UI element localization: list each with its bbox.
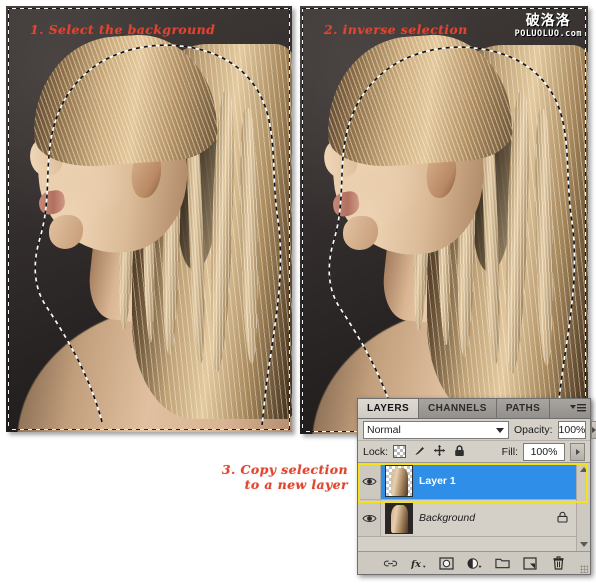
visibility-toggle-background[interactable] bbox=[358, 500, 381, 536]
fill-label: Fill: bbox=[501, 445, 518, 458]
tab-bar-filler bbox=[550, 399, 566, 418]
blend-mode-value: Normal bbox=[367, 423, 401, 436]
new-group-icon[interactable] bbox=[494, 556, 510, 571]
layers-panel-toolbar[interactable]: fx bbox=[358, 551, 590, 574]
layer-row-background[interactable]: Background bbox=[358, 500, 576, 537]
fill-slider-button[interactable] bbox=[570, 442, 585, 461]
layer-thumbnail-layer-1[interactable] bbox=[385, 465, 413, 497]
blend-mode-row[interactable]: Normal Opacity: 100% bbox=[358, 419, 596, 441]
canvas-step-1[interactable]: 1. Select the background bbox=[6, 6, 292, 432]
svg-text:fx: fx bbox=[411, 559, 421, 570]
layers-panel[interactable]: LAYERS CHANNELS PATHS Normal Opacity: 10… bbox=[357, 398, 596, 575]
opacity-slider-button[interactable] bbox=[591, 420, 596, 439]
background-lock-icon bbox=[557, 511, 568, 526]
opacity-label: Opacity: bbox=[514, 423, 553, 436]
layer-list-scrollbar[interactable] bbox=[576, 463, 590, 551]
lock-row[interactable]: Lock: Fill: 100% bbox=[358, 441, 590, 463]
chevron-down-icon bbox=[496, 427, 504, 433]
layer-row-layer-1[interactable]: Layer 1 bbox=[358, 463, 576, 500]
add-layer-mask-icon[interactable] bbox=[438, 556, 454, 571]
canvas-step-2-image: 2. inverse selection 破洛洛 POLUOLUO.com bbox=[300, 6, 588, 434]
scroll-up-arrow[interactable] bbox=[577, 463, 590, 476]
tab-channels[interactable]: CHANNELS bbox=[419, 399, 497, 418]
tab-paths[interactable]: PATHS bbox=[496, 399, 551, 418]
portrait-subject-2 bbox=[300, 6, 588, 434]
visibility-toggle-layer-1[interactable] bbox=[358, 463, 381, 499]
eye-icon bbox=[361, 477, 377, 485]
tab-layers[interactable]: LAYERS bbox=[358, 399, 420, 418]
lock-buttons[interactable] bbox=[393, 444, 466, 460]
canvas-step-1-image: 1. Select the background bbox=[6, 6, 292, 432]
watermark: 破洛洛 POLUOLUO.com bbox=[515, 14, 582, 39]
eye-icon bbox=[361, 514, 377, 522]
new-adjustment-layer-icon[interactable] bbox=[466, 556, 482, 571]
lock-transparency-icon[interactable] bbox=[393, 445, 407, 458]
lock-all-icon[interactable] bbox=[453, 444, 466, 460]
fill-input[interactable]: 100% bbox=[523, 442, 565, 461]
layer-style-fx-icon[interactable]: fx bbox=[411, 556, 426, 571]
layer-thumbnail-background[interactable] bbox=[385, 502, 413, 534]
layer-list[interactable]: Layer 1 Background bbox=[358, 463, 590, 551]
layer-rows[interactable]: Layer 1 Background bbox=[358, 463, 576, 551]
opacity-input[interactable]: 100% bbox=[557, 420, 587, 439]
annotation-step-2: 2. inverse selection bbox=[324, 22, 468, 37]
lock-position-icon[interactable] bbox=[433, 444, 446, 460]
new-layer-icon[interactable] bbox=[523, 556, 538, 571]
lock-label: Lock: bbox=[363, 445, 389, 458]
canvas-step-2[interactable]: 2. inverse selection 破洛洛 POLUOLUO.com bbox=[300, 6, 588, 434]
lock-pixels-icon[interactable] bbox=[413, 444, 426, 460]
annotation-step-1: 1. Select the background bbox=[30, 22, 216, 37]
watermark-latin: POLUOLUO.com bbox=[514, 29, 582, 39]
watermark-chinese: 破洛洛 bbox=[525, 13, 571, 29]
delete-layer-icon[interactable] bbox=[551, 556, 566, 571]
link-layers-icon[interactable] bbox=[383, 556, 398, 571]
annotation-step-3: 3. Copy selection to a new layer bbox=[221, 462, 348, 492]
layer-name-background[interactable]: Background bbox=[419, 512, 475, 524]
panel-menu-icon[interactable] bbox=[566, 399, 590, 418]
blend-mode-select[interactable]: Normal bbox=[363, 420, 509, 439]
layer-name-layer-1[interactable]: Layer 1 bbox=[419, 475, 456, 487]
portrait-subject bbox=[6, 6, 292, 432]
scroll-down-arrow[interactable] bbox=[577, 538, 590, 551]
resize-grip[interactable] bbox=[580, 565, 588, 573]
panel-tab-bar[interactable]: LAYERS CHANNELS PATHS bbox=[358, 399, 590, 419]
